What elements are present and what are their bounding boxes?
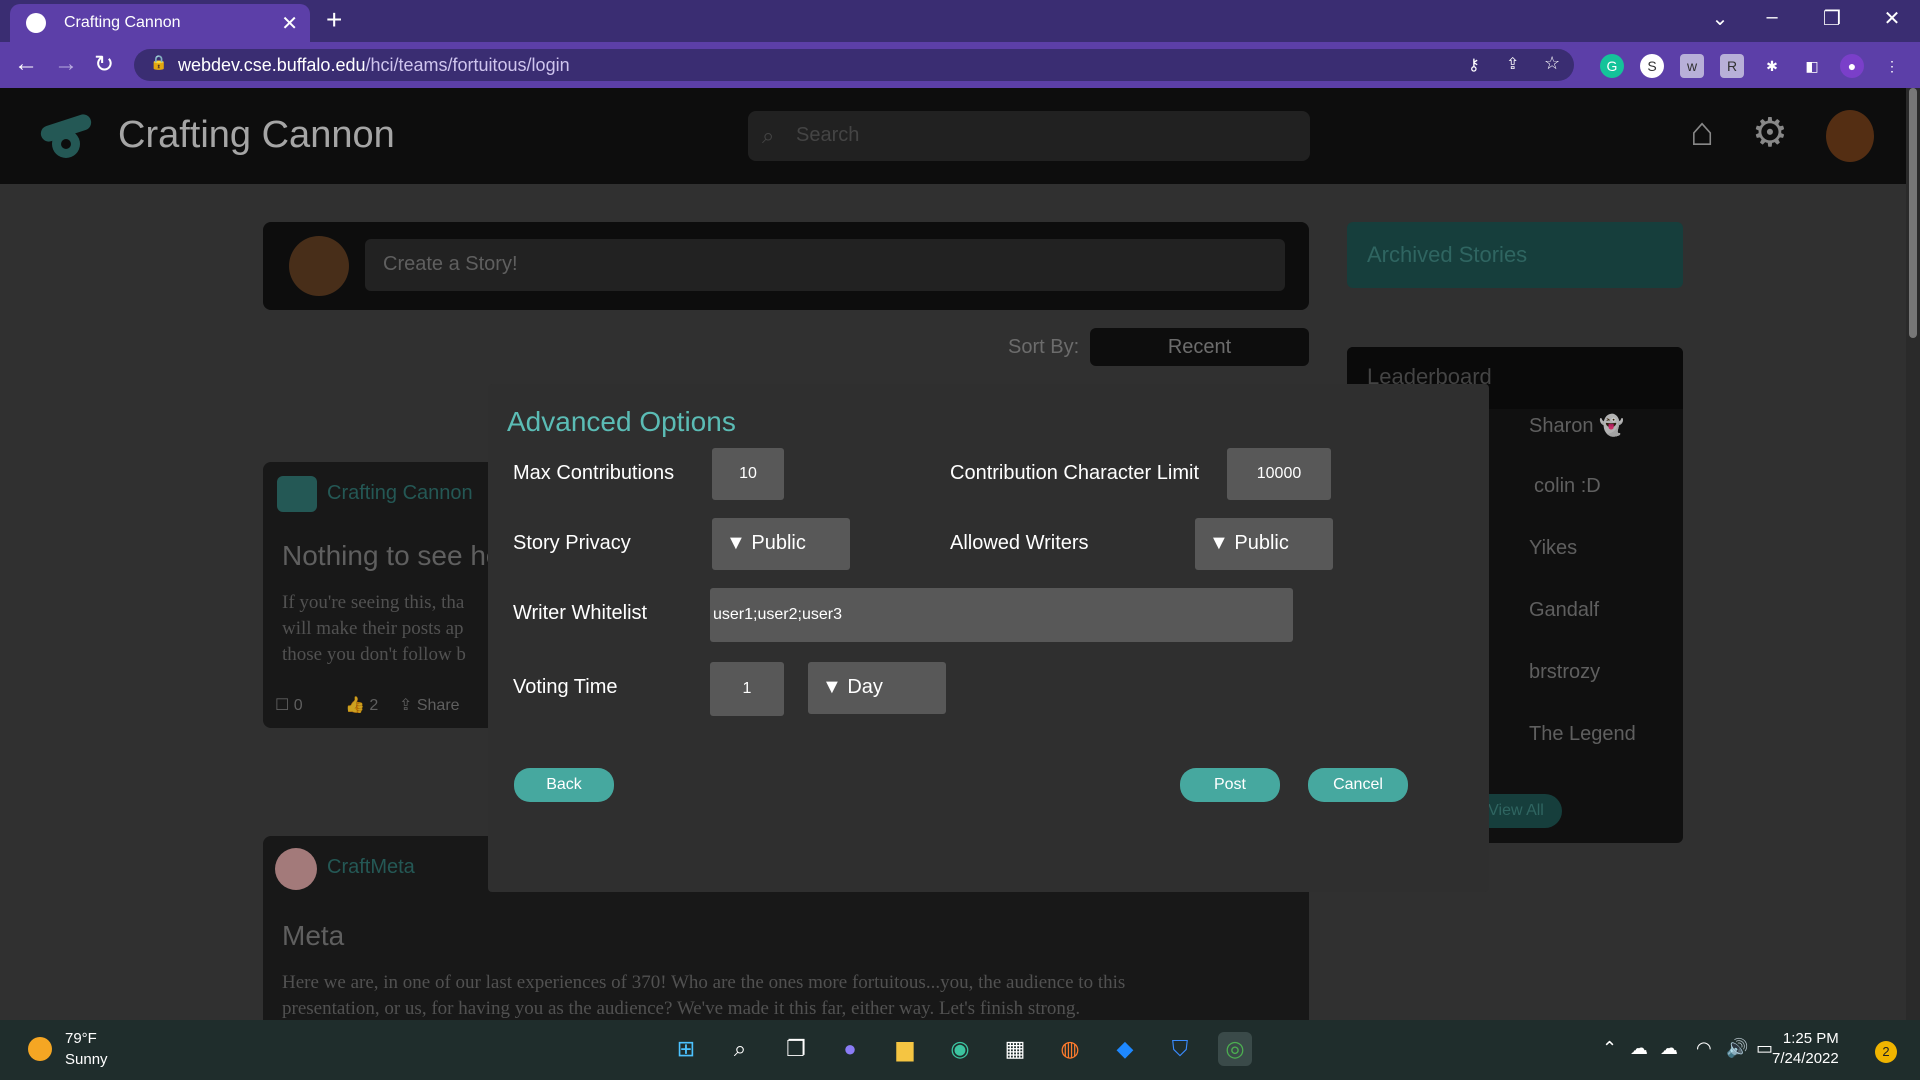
chat-icon[interactable]: ● [833,1032,867,1066]
shield-app-icon[interactable]: ⛉ [1163,1032,1197,1066]
close-window-icon[interactable]: ✕ [1872,6,1912,31]
notification-badge[interactable]: 2 [1875,1041,1897,1063]
clock-time: 1:25 PM [1782,1030,1839,1047]
tab-search-icon[interactable]: ⌄ [1700,6,1740,31]
key-icon[interactable]: ⚷ [1468,55,1480,75]
dropbox-icon[interactable]: ◆ [1108,1032,1142,1066]
close-tab-icon[interactable]: ✕ [281,11,298,36]
profile-avatar[interactable]: ● [1840,54,1864,78]
post-button[interactable]: Post [1180,768,1280,802]
chrome-icon[interactable]: ◎ [1218,1032,1252,1066]
tab-title: Crafting Cannon [64,14,181,31]
url-path: /hci/teams/fortuitous/login [365,55,570,75]
lock-icon: 🔒 [150,54,168,70]
restore-icon[interactable]: ❐ [1812,6,1852,31]
clock-date: 7/24/2022 [1772,1050,1839,1067]
web-page: Crafting Cannon ⌕ Search ⌂ ⚙ Create a St… [0,88,1920,1020]
scrollbar-thumb[interactable] [1909,88,1917,338]
writer-whitelist-label: Writer Whitelist [513,602,648,624]
browser-tab-bar: Crafting Cannon ✕ + ⌄ – ❐ ✕ [0,0,1920,42]
back-arrow-icon[interactable]: ← [14,50,38,78]
allowed-writers-label: Allowed Writers [950,532,1089,554]
grammarly-extension-icon[interactable]: G [1600,54,1624,78]
globe-icon [26,13,46,33]
file-explorer-icon[interactable]: ▆ [888,1032,922,1066]
max-contributions-input[interactable]: 10 [712,448,784,500]
voting-time-input[interactable]: 1 [710,662,784,716]
share-icon[interactable]: ⇪ [1506,54,1519,74]
edge-browser-icon[interactable]: ◉ [943,1032,977,1066]
reload-icon[interactable]: ↻ [94,50,114,79]
voting-time-label: Voting Time [513,676,618,698]
weather-condition: Sunny [65,1051,108,1068]
new-tab-icon[interactable]: + [326,4,342,36]
browser-tab[interactable]: Crafting Cannon ✕ [10,4,310,42]
store-icon[interactable]: ▦ [998,1032,1032,1066]
cancel-button[interactable]: Cancel [1308,768,1408,802]
wd-extension-icon[interactable]: w [1680,54,1704,78]
task-view-icon[interactable]: ❐ [779,1032,813,1066]
wifi-icon[interactable]: ◠ [1696,1038,1712,1059]
volume-icon[interactable]: 🔊 [1726,1038,1748,1059]
url-host: webdev.cse.buffalo.edu [178,55,366,75]
writer-whitelist-input[interactable]: user1;user2;user3 [710,588,1293,642]
s-extension-icon[interactable]: S [1640,54,1664,78]
char-limit-input[interactable]: 10000 [1227,448,1331,500]
windows-start-icon[interactable]: ⊞ [669,1032,703,1066]
r-extension-icon[interactable]: R [1720,54,1744,78]
story-privacy-label: Story Privacy [513,532,631,554]
minimize-icon[interactable]: – [1752,6,1792,29]
allowed-writers-select[interactable]: ▼ Public [1195,518,1333,570]
battery-icon[interactable]: ▭ [1756,1038,1773,1059]
max-contributions-label: Max Contributions [513,462,675,484]
side-panel-icon[interactable]: ◧ [1800,54,1824,78]
voting-unit-select[interactable]: ▼ Day [808,662,946,714]
system-clock[interactable]: 1:25 PM 7/24/2022 [1772,1029,1839,1069]
url-bar[interactable]: 🔒 webdev.cse.buffalo.edu/hci/teams/fortu… [134,49,1574,81]
char-limit-label: Contribution Character Limit [950,462,1199,484]
chevron-up-icon[interactable]: ⌃ [1602,1038,1617,1059]
weather-temp: 79°F [65,1030,97,1047]
forward-arrow-icon[interactable]: → [54,50,78,78]
star-icon[interactable]: ☆ [1544,53,1560,74]
advanced-options-modal: Advanced Options Max Contributions 10 Co… [488,384,1489,892]
search-icon[interactable]: ⌕ [723,1032,757,1066]
onedrive-icon[interactable]: ☁ [1630,1038,1648,1059]
menu-kebab-icon[interactable]: ⋮ [1880,54,1904,78]
modal-title: Advanced Options [507,406,736,437]
onedrive-error-icon[interactable]: ☁ [1660,1038,1678,1059]
back-button[interactable]: Back [514,768,614,802]
story-privacy-select[interactable]: ▼ Public [712,518,850,570]
firefox-icon[interactable]: ◍ [1053,1032,1087,1066]
puzzle-extensions-icon[interactable]: ✱ [1760,54,1784,78]
sun-icon [28,1037,52,1061]
